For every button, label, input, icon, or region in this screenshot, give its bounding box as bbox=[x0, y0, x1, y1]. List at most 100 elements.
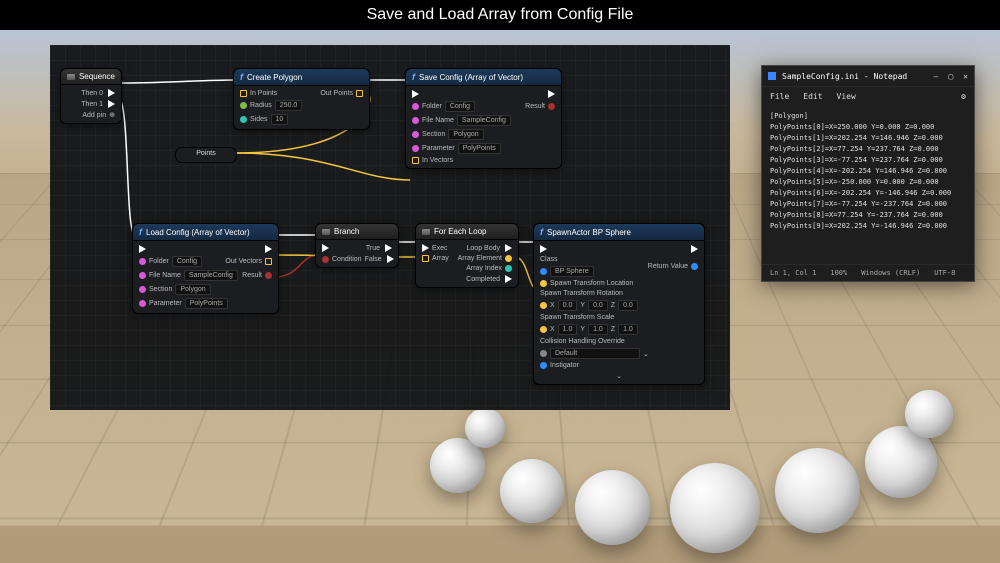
node-title: SpawnActor BP Sphere bbox=[547, 228, 631, 237]
menu-view[interactable]: View bbox=[837, 92, 856, 101]
folder-value[interactable]: Config bbox=[172, 256, 202, 267]
notepad-menu: File Edit View ⚙ bbox=[762, 87, 974, 105]
blueprint-graph[interactable]: Sequence Then 0 Then 1 Add pin⊕ f Create … bbox=[50, 45, 730, 410]
menu-edit[interactable]: Edit bbox=[803, 92, 822, 101]
node-sequence[interactable]: Sequence Then 0 Then 1 Add pin⊕ bbox=[60, 68, 122, 124]
status-cursor-pos: Ln 1, Col 1 bbox=[770, 269, 816, 277]
node-spawn-actor[interactable]: f SpawnActor BP Sphere Class BP Sphere Re… bbox=[533, 223, 705, 385]
section-value[interactable]: Polygon bbox=[175, 284, 210, 295]
pin-then1[interactable]: Then 1 bbox=[81, 101, 103, 108]
parameter-value[interactable]: PolyPoints bbox=[458, 143, 501, 154]
pin-then0[interactable]: Then 0 bbox=[81, 90, 103, 97]
pin-return-value[interactable]: Return Value bbox=[648, 263, 688, 270]
pin-folder[interactable]: Folder bbox=[422, 103, 442, 110]
function-icon: f bbox=[139, 227, 142, 237]
sphere bbox=[500, 459, 564, 523]
pin-array-index[interactable]: Array Index bbox=[466, 265, 502, 272]
node-title: For Each Loop bbox=[434, 227, 486, 236]
notepad-titlebar[interactable]: SampleConfig.ini - Notepad — ▢ ✕ bbox=[762, 66, 974, 87]
loop-icon bbox=[422, 229, 430, 235]
function-icon: f bbox=[540, 227, 543, 237]
node-for-each-loop[interactable]: For Each Loop Exec Loop Body Array Array E… bbox=[415, 223, 519, 288]
rot-z[interactable]: 0.0 bbox=[618, 300, 638, 311]
function-icon: f bbox=[240, 72, 243, 82]
notepad-window[interactable]: SampleConfig.ini - Notepad — ▢ ✕ File Ed… bbox=[761, 65, 975, 282]
filename-value[interactable]: SampleConfig bbox=[184, 270, 238, 281]
pin-in-points[interactable]: In Points bbox=[250, 90, 277, 97]
pin-collision-label: Collision Handling Override bbox=[540, 338, 698, 345]
node-create-polygon[interactable]: f Create Polygon In Points Out Points Rad… bbox=[233, 68, 370, 130]
page-title: Save and Load Array from Config File bbox=[0, 0, 1000, 30]
reroute-points[interactable]: Points bbox=[175, 147, 237, 163]
pin-radius[interactable]: Radius bbox=[250, 102, 272, 109]
node-branch[interactable]: Branch True ConditionFalse bbox=[315, 223, 399, 268]
folder-value[interactable]: Config bbox=[445, 101, 475, 112]
add-pin-button[interactable]: Add pin bbox=[82, 112, 106, 119]
gear-icon[interactable]: ⚙ bbox=[961, 92, 966, 101]
status-encoding: UTF-8 bbox=[934, 269, 955, 277]
filename-value[interactable]: SampleConfig bbox=[457, 115, 511, 126]
viewport-3d: Sequence Then 0 Then 1 Add pin⊕ f Create … bbox=[0, 30, 1000, 563]
sphere bbox=[775, 448, 860, 533]
node-load-config[interactable]: f Load Config (Array of Vector) FolderCon… bbox=[132, 223, 279, 314]
parameter-value[interactable]: PolyPoints bbox=[185, 298, 228, 309]
pin-section[interactable]: Section bbox=[149, 286, 172, 293]
sphere bbox=[465, 408, 505, 448]
notepad-icon bbox=[768, 72, 776, 80]
pin-out-vectors[interactable]: Out Vectors bbox=[225, 258, 262, 265]
class-value[interactable]: BP Sphere bbox=[550, 266, 594, 277]
notepad-title: SampleConfig.ini - Notepad bbox=[782, 72, 907, 81]
pin-filename[interactable]: File Name bbox=[422, 117, 454, 124]
sphere bbox=[670, 463, 760, 553]
pin-filename[interactable]: File Name bbox=[149, 272, 181, 279]
pin-true[interactable]: True bbox=[366, 245, 380, 252]
scale-x[interactable]: 1.0 bbox=[558, 324, 578, 335]
sphere bbox=[575, 470, 650, 545]
node-title: Sequence bbox=[79, 72, 115, 81]
status-eol: Windows (CRLF) bbox=[861, 269, 920, 277]
pin-exec[interactable]: Exec bbox=[432, 245, 448, 252]
pin-array-element[interactable]: Array Element bbox=[458, 255, 502, 262]
menu-file[interactable]: File bbox=[770, 92, 789, 101]
pin-parameter[interactable]: Parameter bbox=[149, 300, 182, 307]
sides-value[interactable]: 10 bbox=[271, 114, 289, 125]
minimize-icon[interactable]: — bbox=[934, 72, 939, 81]
pin-section[interactable]: Section bbox=[422, 131, 445, 138]
node-title: Branch bbox=[334, 227, 359, 236]
close-icon[interactable]: ✕ bbox=[963, 72, 968, 81]
scale-y[interactable]: 1.0 bbox=[588, 324, 608, 335]
chevron-down-icon[interactable]: ⌄ bbox=[616, 372, 622, 380]
notepad-content[interactable]: [Polygon] PolyPoints[0]=X=250.000 Y=0.00… bbox=[762, 105, 974, 238]
node-title: Create Polygon bbox=[247, 73, 302, 82]
pin-condition[interactable]: Condition bbox=[332, 256, 362, 263]
section-value[interactable]: Polygon bbox=[448, 129, 483, 140]
pin-result[interactable]: Result bbox=[242, 272, 262, 279]
rot-x[interactable]: 0.0 bbox=[558, 300, 578, 311]
scale-z[interactable]: 1.0 bbox=[618, 324, 638, 335]
pin-folder[interactable]: Folder bbox=[149, 258, 169, 265]
node-save-config[interactable]: fSave Config (Array of Vector) FolderCon… bbox=[405, 68, 562, 169]
pin-spawn-location[interactable]: Spawn Transform Location bbox=[550, 280, 633, 287]
pin-sides[interactable]: Sides bbox=[250, 116, 268, 123]
maximize-icon[interactable]: ▢ bbox=[948, 72, 953, 81]
collision-value[interactable]: Default bbox=[550, 348, 640, 359]
pin-false[interactable]: False bbox=[365, 256, 382, 263]
pin-in-vectors[interactable]: In Vectors bbox=[422, 157, 453, 164]
pin-out-points[interactable]: Out Points bbox=[320, 90, 353, 97]
status-zoom: 100% bbox=[830, 269, 847, 277]
notepad-statusbar: Ln 1, Col 1 100% Windows (CRLF) UTF-8 bbox=[762, 264, 974, 281]
radius-value[interactable]: 250.0 bbox=[275, 100, 303, 111]
chevron-down-icon[interactable]: ⌄ bbox=[643, 350, 649, 358]
pin-spawn-rotation-label: Spawn Transform Rotation bbox=[540, 290, 698, 297]
pin-instigator[interactable]: Instigator bbox=[550, 362, 579, 369]
node-title: Load Config (Array of Vector) bbox=[146, 228, 250, 237]
node-title: Save Config (Array of Vector) bbox=[419, 73, 523, 82]
pin-result[interactable]: Result bbox=[525, 103, 545, 110]
pin-array[interactable]: Array bbox=[432, 255, 449, 262]
rot-y[interactable]: 0.0 bbox=[588, 300, 608, 311]
pin-parameter[interactable]: Parameter bbox=[422, 145, 455, 152]
pin-loop-body[interactable]: Loop Body bbox=[467, 245, 500, 252]
pin-spawn-scale-label: Spawn Transform Scale bbox=[540, 314, 698, 321]
pin-class[interactable]: Class bbox=[540, 256, 558, 263]
pin-completed[interactable]: Completed bbox=[466, 276, 500, 283]
